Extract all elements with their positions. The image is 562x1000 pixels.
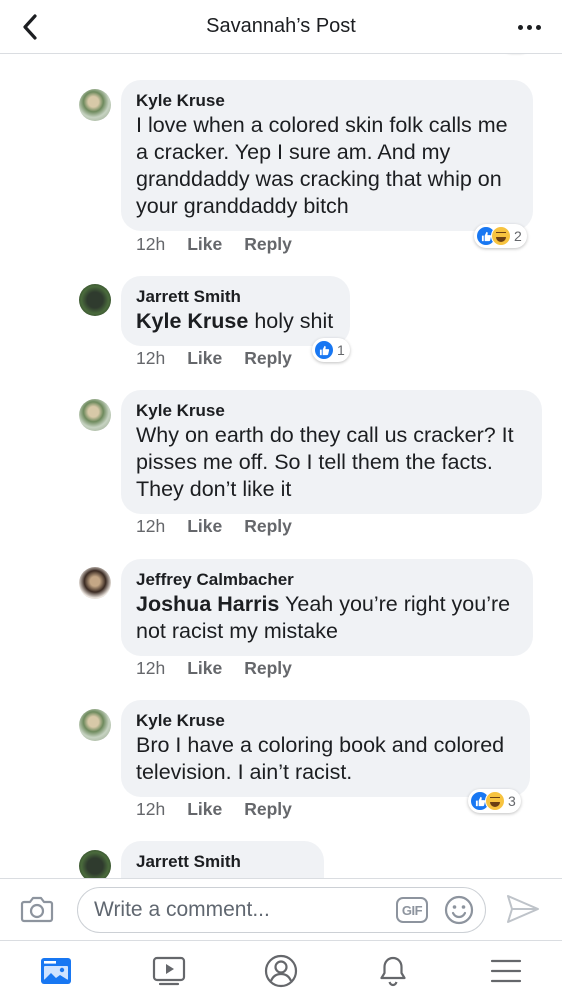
avatar[interactable] — [79, 89, 111, 121]
comment-bubble[interactable]: Kyle Kruse Bro I have a coloring book an… — [121, 700, 530, 797]
nav-news-feed[interactable] — [38, 953, 74, 989]
comment-bubble[interactable]: Kyle Kruse I love when a colored skin fo… — [121, 80, 533, 231]
comment-input[interactable] — [94, 888, 394, 932]
comment-text: Kyle Kruse holy shit — [136, 308, 335, 335]
comment-text-body: holy shit — [248, 309, 334, 333]
comment-bubble[interactable]: Kyle Kruse Why on earth do they call us … — [121, 390, 542, 514]
post-header: Savannah’s Post — [0, 0, 562, 54]
comment-text-line: granddaddy was cracking that whip on — [136, 167, 502, 191]
more-options-button[interactable] — [514, 14, 544, 40]
menu-icon — [490, 959, 522, 983]
comment-time: 12h — [136, 348, 166, 368]
reply-button[interactable]: Reply — [244, 234, 292, 254]
comment-text-line: I love when a colored skin folk calls me — [136, 113, 508, 137]
more-dot-icon — [535, 24, 541, 30]
comment-text-body: Yeah you’re right you’re — [279, 592, 511, 616]
like-reaction-icon — [314, 340, 334, 360]
nav-watch[interactable] — [151, 953, 187, 989]
comment-text-line: Bro I have a coloring book and colored — [136, 733, 505, 757]
bottom-navigation — [0, 940, 562, 1000]
comment-author[interactable]: Kyle Kruse — [136, 710, 515, 732]
comment-meta: 12h Like Reply — [136, 515, 292, 537]
nav-menu[interactable] — [488, 953, 524, 989]
like-button[interactable]: Like — [187, 234, 222, 254]
mention-link[interactable]: Joshua Harris — [136, 592, 279, 616]
comment-text-line: They don’t like it — [136, 477, 292, 501]
avatar[interactable] — [79, 399, 111, 431]
comment-bubble[interactable]: Jarrett Smith — [121, 841, 324, 881]
comment-bubble[interactable]: Jarrett Smith Kyle Kruse holy shit — [121, 276, 350, 346]
comment-author[interactable]: Jarrett Smith — [136, 851, 309, 873]
nav-notifications[interactable] — [375, 953, 411, 989]
comment-time: 12h — [136, 516, 166, 536]
reaction-count: 1 — [337, 342, 345, 358]
send-icon — [507, 895, 539, 923]
page-title: Savannah’s Post — [206, 15, 356, 37]
comment-box[interactable]: GIF — [77, 887, 486, 933]
mention-link[interactable]: Kyle Kruse — [136, 309, 248, 333]
reaction-count: 2 — [514, 228, 522, 244]
reply-button[interactable]: Reply — [244, 348, 292, 368]
comment-text: Joshua Harris Yeah you’re right you’re — [136, 591, 518, 618]
comment-time: 12h — [136, 799, 166, 819]
like-button[interactable]: Like — [187, 799, 222, 819]
news-feed-icon — [41, 958, 71, 984]
send-button[interactable] — [505, 893, 541, 925]
reaction-summary[interactable]: 3 — [468, 789, 521, 813]
more-dot-icon — [517, 24, 523, 30]
comment-author[interactable]: Jarrett Smith — [136, 286, 335, 308]
reply-button[interactable]: Reply — [244, 658, 292, 678]
haha-reaction-icon — [485, 791, 505, 811]
comment-author[interactable]: Kyle Kruse — [136, 400, 527, 422]
avatar[interactable] — [79, 709, 111, 741]
comment-author[interactable]: Jeffrey Calmbacher — [136, 569, 518, 591]
nav-profile[interactable] — [263, 953, 299, 989]
comment-text-line: a cracker. Yep I sure am. And my — [136, 140, 451, 164]
comment-text-line: pisses me off. So I tell them the facts. — [136, 450, 493, 474]
comment-text-line: Why on earth do they call us cracker? It — [136, 423, 514, 447]
emoji-icon — [444, 895, 474, 925]
reply-button[interactable]: Reply — [244, 799, 292, 819]
reaction-summary[interactable]: 1 — [312, 338, 350, 362]
comment-text-line: not racist my mistake — [136, 619, 338, 643]
comment-composer: GIF — [0, 878, 562, 940]
profile-icon — [264, 954, 298, 988]
comment-text-line: your granddaddy bitch — [136, 194, 349, 218]
more-dot-icon — [526, 24, 532, 30]
comment-text-line: television. I ain’t racist. — [136, 760, 353, 784]
haha-reaction-icon — [491, 226, 511, 246]
comment-meta: 12h Like Reply — [136, 347, 292, 369]
notifications-icon — [380, 956, 406, 987]
comment-meta: 12h Like Reply — [136, 233, 292, 255]
gif-button[interactable]: GIF — [396, 897, 428, 923]
comment-bubble[interactable]: Jeffrey Calmbacher Joshua Harris Yeah yo… — [121, 559, 533, 656]
avatar[interactable] — [79, 284, 111, 316]
camera-icon — [20, 896, 54, 923]
reaction-count: 3 — [508, 793, 516, 809]
like-button[interactable]: Like — [187, 658, 222, 678]
reaction-summary[interactable]: 2 — [474, 224, 527, 248]
comment-meta: 12h Like Reply — [136, 657, 292, 679]
comment-author[interactable]: Kyle Kruse — [136, 90, 518, 112]
reply-button[interactable]: Reply — [244, 516, 292, 536]
watch-icon — [152, 956, 186, 986]
emoji-button[interactable] — [444, 895, 474, 925]
camera-button[interactable] — [20, 893, 54, 925]
avatar[interactable] — [79, 567, 111, 599]
comment-time: 12h — [136, 658, 166, 678]
like-button[interactable]: Like — [187, 516, 222, 536]
comment-meta: 12h Like Reply — [136, 798, 292, 820]
like-button[interactable]: Like — [187, 348, 222, 368]
comment-time: 12h — [136, 234, 166, 254]
